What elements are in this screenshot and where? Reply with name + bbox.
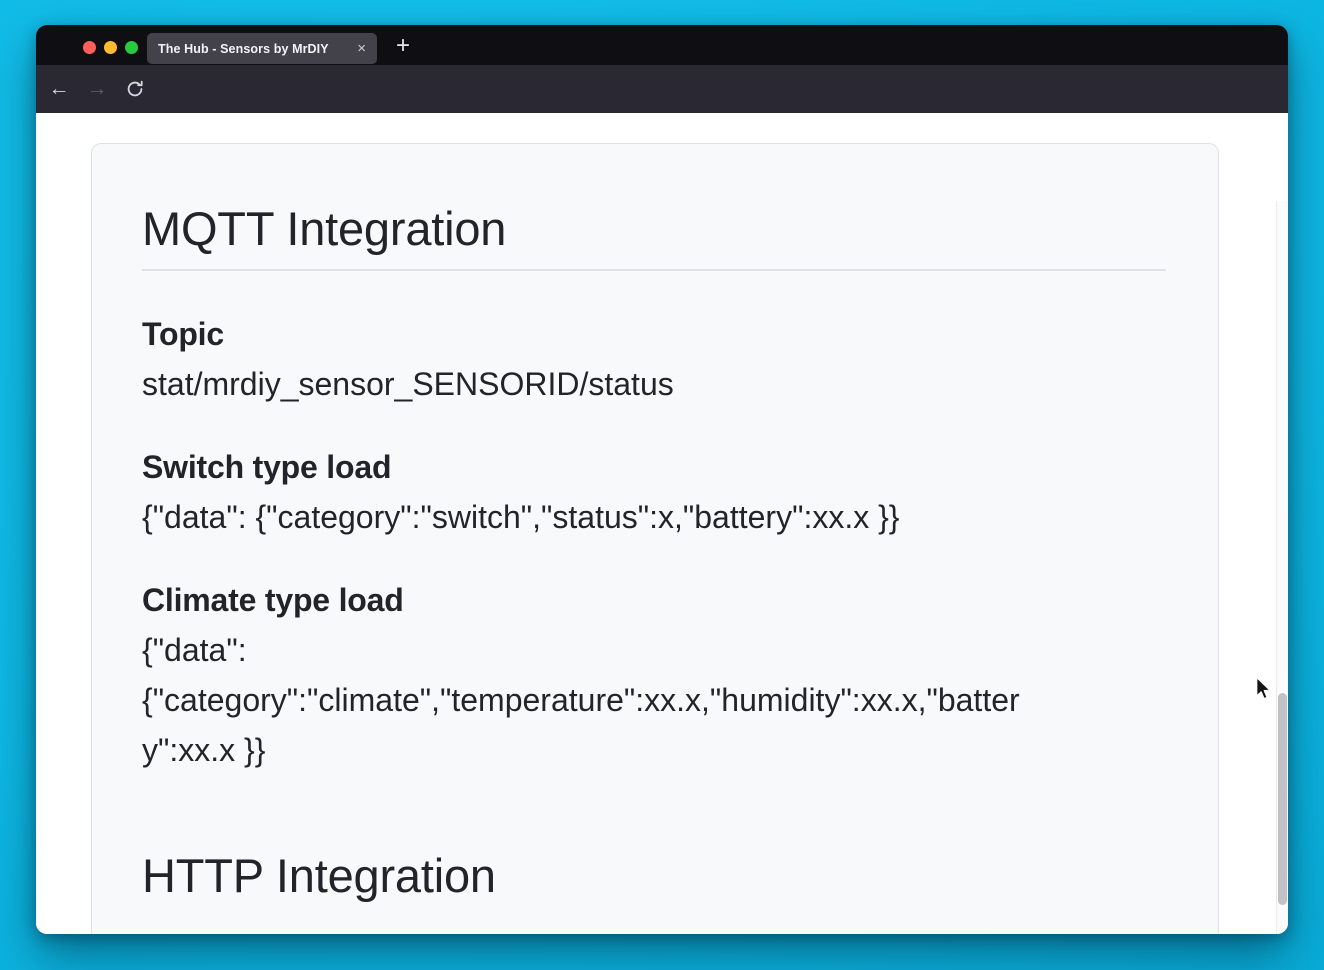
- tab-title: The Hub - Sensors by MrDIY: [158, 42, 354, 56]
- zoom-window-button[interactable]: [125, 41, 138, 54]
- topic-section: Topic stat/mrdiy_sensor_SENSORID/status: [142, 309, 1166, 409]
- mqtt-integration-heading: MQTT Integration: [142, 200, 1166, 259]
- heading-divider: [142, 269, 1166, 271]
- browser-window: The Hub - Sensors by MrDIY × + ← → thehu…: [36, 25, 1288, 934]
- http-integration-heading: HTTP Integration: [142, 847, 1166, 906]
- switch-load-label: Switch type load: [142, 449, 391, 485]
- back-icon[interactable]: ←: [41, 65, 77, 113]
- climate-load-section: Climate type load {"data": {"category":"…: [142, 575, 1166, 775]
- tab-bar: The Hub - Sensors by MrDIY × +: [36, 25, 1288, 65]
- config-card: MQTT Integration Topic stat/mrdiy_sensor…: [91, 143, 1219, 934]
- topic-label: Topic: [142, 316, 224, 352]
- page-viewport: MQTT Integration Topic stat/mrdiy_sensor…: [36, 113, 1288, 934]
- close-window-button[interactable]: [83, 41, 96, 54]
- reload-icon[interactable]: [117, 65, 153, 113]
- topic-value: stat/mrdiy_sensor_SENSORID/status: [142, 359, 1030, 409]
- climate-load-value: {"data": {"category":"climate","temperat…: [142, 625, 1030, 775]
- page-scrollbar-thumb[interactable]: [1278, 693, 1287, 905]
- climate-load-label: Climate type load: [142, 582, 404, 618]
- tab-the-hub[interactable]: The Hub - Sensors by MrDIY ×: [147, 33, 377, 64]
- switch-load-section: Switch type load {"data": {"category":"s…: [142, 442, 1166, 542]
- new-tab-button[interactable]: +: [388, 31, 418, 61]
- forward-icon: →: [79, 65, 115, 113]
- switch-load-value: {"data": {"category":"switch","status":x…: [142, 492, 1030, 542]
- tab-close-icon[interactable]: ×: [354, 40, 369, 57]
- navigation-bar: ← → thehub.local/config 200%: [36, 65, 1288, 113]
- page-scrollbar-track[interactable]: [1276, 201, 1288, 934]
- minimize-window-button[interactable]: [104, 41, 117, 54]
